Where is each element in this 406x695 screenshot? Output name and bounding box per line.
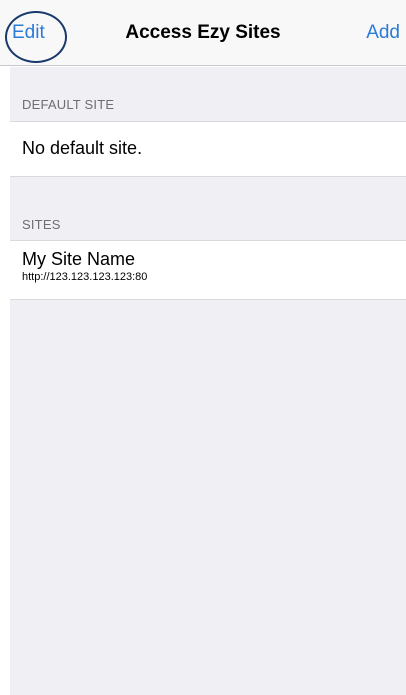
add-button[interactable]: Add bbox=[366, 22, 400, 44]
default-site-cell[interactable]: No default site. bbox=[10, 121, 406, 177]
section-header-default-site: DEFAULT SITE bbox=[22, 97, 115, 112]
screen: Edit Access Ezy Sites Add DEFAULT SITE N… bbox=[0, 0, 406, 695]
navigation-bar: Edit Access Ezy Sites Add bbox=[0, 0, 406, 66]
site-list-item[interactable]: My Site Name http://123.123.123.123:80 bbox=[10, 240, 406, 300]
section-header-sites: SITES bbox=[22, 217, 61, 232]
table-view[interactable]: DEFAULT SITE No default site. SITES My S… bbox=[10, 67, 406, 695]
site-name: My Site Name bbox=[22, 249, 136, 269]
page-title: Access Ezy Sites bbox=[125, 22, 281, 43]
site-url: http://123.123.123.123:80 bbox=[22, 271, 148, 283]
default-site-value: No default site. bbox=[22, 138, 143, 158]
